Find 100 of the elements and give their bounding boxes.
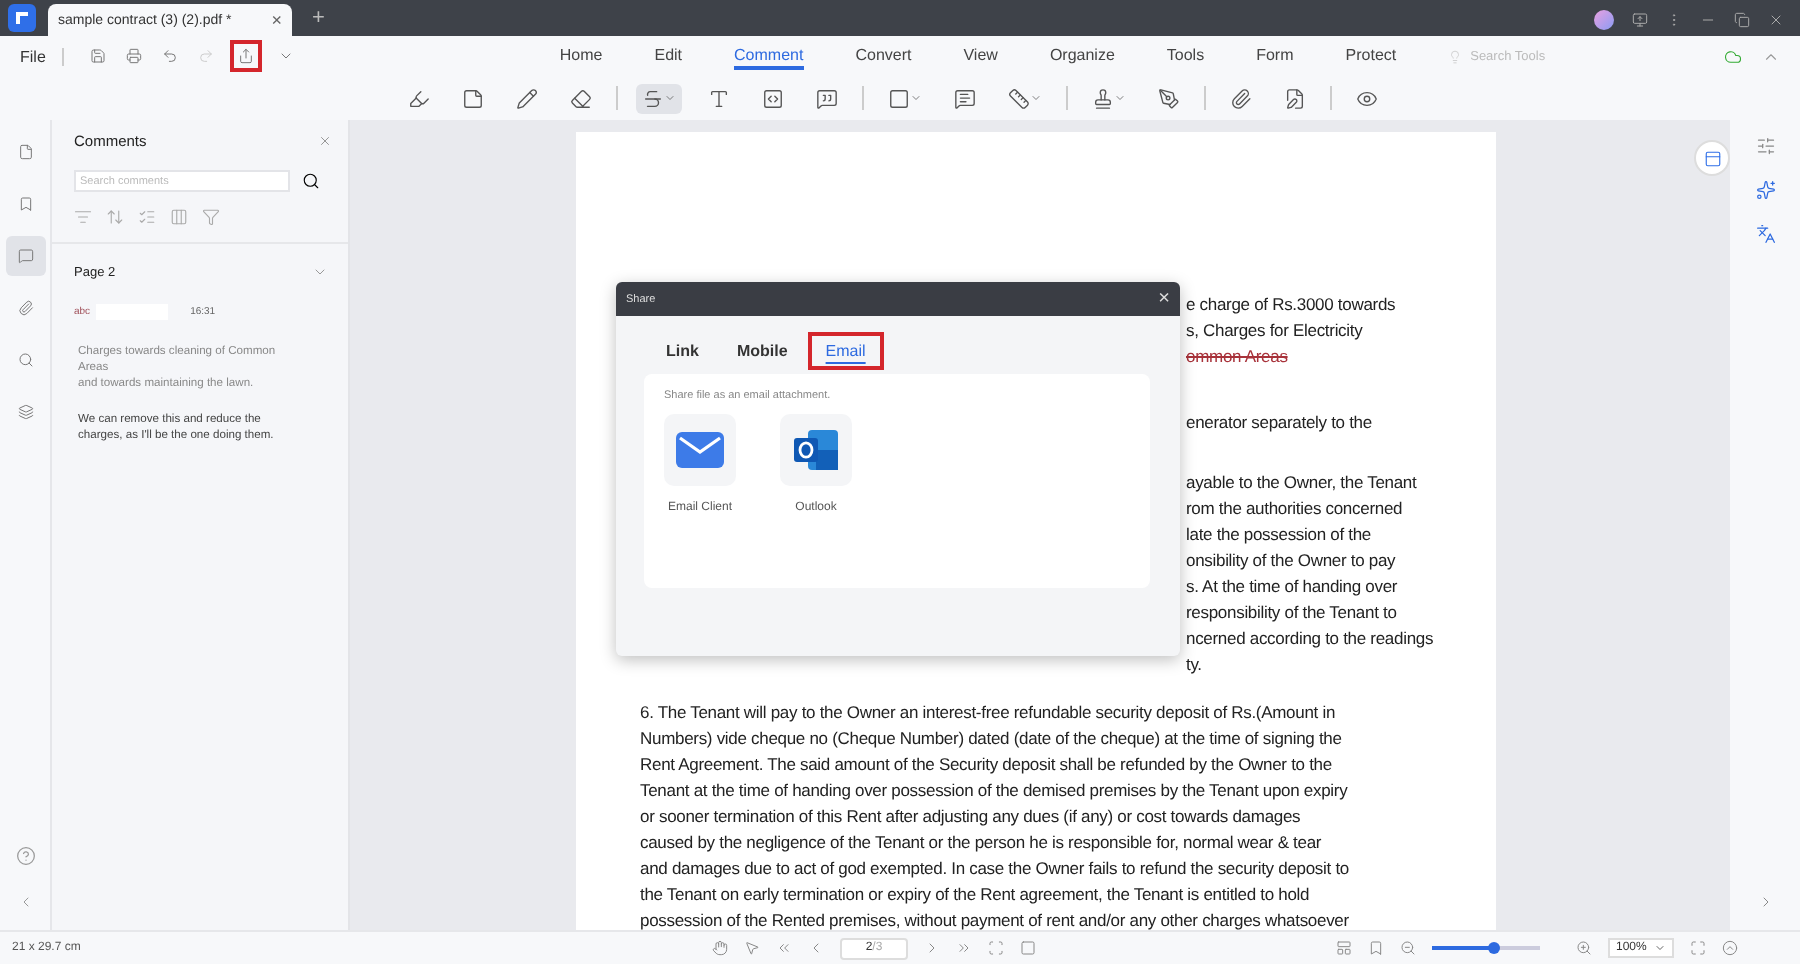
eye-icon [1356,87,1378,109]
paragraph-line: and damages due to act of god exempted. In case the Owner fails to refund the security deposit to [640,856,1351,882]
menu-tab[interactable]: Home [559,43,603,69]
paragraph-line: late the possession of the [1186,522,1373,548]
columns-icon [170,208,188,226]
menu-tab[interactable]: Tools [1166,43,1205,69]
pen-icon [1158,87,1180,109]
text-box-icon [762,87,784,109]
close-icon [318,134,332,148]
mail-icon [676,432,724,468]
paragraph-line: Tenant at the time of handing over possession of the demised premises by the Tenant upon expiry [640,778,1350,804]
paperclip-icon [1230,87,1252,109]
zoom-in-icon [1576,940,1592,956]
cloud-icon [1724,47,1742,65]
undo-icon [161,48,178,64]
first-page-icon [776,940,792,956]
text-icon [708,87,730,109]
paragraph-line: onsibility of the Owner to pay [1186,548,1398,574]
search-icon [17,350,33,370]
highlighter-icon [408,87,430,109]
help-icon [15,846,35,866]
menu-tab[interactable]: Convert [855,43,912,69]
last-page-icon [956,940,972,956]
fullscreen-icon [1690,940,1707,956]
tab-close-button[interactable]: × [271,10,282,30]
dialog-tab[interactable]: Mobile [718,332,806,370]
sidebar-button[interactable] [5,236,45,276]
pencil-icon [516,87,538,109]
bookmark-icon [17,194,33,214]
next-page-icon [924,940,940,956]
paragraph-line: ayable to the Owner, the Tenant [1186,470,1419,496]
translate-icon [1755,224,1775,244]
print-icon [125,48,142,64]
paragraph-line: responsibility of the Tenant to [1186,600,1399,626]
paragraph-line: s. At the time of handing over [1186,574,1400,600]
redo-icon [197,48,214,64]
menu-tab[interactable]: View [963,43,998,69]
eraser-icon [570,87,592,109]
share-button[interactable] [229,40,262,72]
search-icon [302,172,320,190]
menu-tab[interactable]: Comment [734,43,804,69]
panel-toggle-button[interactable] [1694,140,1730,176]
menu-tab[interactable]: Organize [1049,43,1115,69]
save-icon [89,48,106,64]
ai-icon [1755,180,1775,200]
tool-button[interactable] [636,83,682,113]
menu-tab[interactable]: Form [1256,43,1294,69]
paragraph-line: rom the authorities concerned [1186,496,1405,522]
paragraph-line: or sooner termination of this Rent after adjusting any dues (if any) or cost towards damages [640,804,1303,830]
menu-tab[interactable]: Protect [1345,43,1397,69]
paragraph-line: the Tenant on early termination or expiry of the Rent agreement, the Tenant is entitled to hold [640,882,1312,908]
paragraph-line: ommon Areas [1186,344,1290,370]
pointer-icon [744,940,760,956]
sticky-note-icon [462,87,484,109]
avatar[interactable] [1594,10,1614,30]
menu-tab[interactable]: Edit [654,43,683,69]
paperclip-icon [17,298,33,318]
rectangle-icon [888,87,910,109]
restore-icon [1734,12,1750,28]
filter-icon [202,208,220,226]
share-icon [237,48,254,64]
paragraph-line: Rent Agreement. The said amount of the Security deposit shall be refunded by the Owner to the [640,752,1334,778]
close-button[interactable]: × [1158,288,1170,310]
dialog-tab[interactable]: Email [807,332,884,370]
paragraph-line: caused by the negligence of the Tenant or the person he is responsible for, normal wear & tear [640,830,1324,856]
layers-icon [17,402,33,422]
panel-icon [1703,149,1721,167]
paragraph-line: enerator separately to the [1186,410,1374,436]
previous-page-icon [808,940,824,956]
new-tab-button[interactable]: + [312,6,325,30]
list-icon [74,208,92,226]
paragraph-line: ty. [1186,652,1204,678]
caret-icon [1654,942,1667,954]
slider-thumb[interactable] [1488,942,1501,954]
zoom-out-icon [1400,940,1416,956]
paragraph-line: s, Charges for Electricity [1186,318,1365,344]
sliders-icon [1755,136,1775,156]
sort-icon [106,208,124,226]
paragraph-line: e charge of Rs.3000 towards [1186,292,1398,318]
chevron-up-icon [1722,940,1739,956]
caret-icon [277,48,294,64]
page-icon [17,142,33,162]
chevron-icon [312,264,328,280]
lightbulb-icon [1448,49,1463,63]
app-logo [8,4,36,32]
outlook-icon [792,428,840,472]
strikethrough-icon [642,87,664,109]
page-icon [1020,940,1036,956]
save-button[interactable] [85,44,110,68]
screen-icon [1632,12,1648,28]
print-button[interactable] [121,44,146,68]
bookmark-icon [1368,940,1384,956]
file-menu[interactable]: File [20,47,64,65]
comment-icon [954,87,976,109]
caret-icon [910,92,922,104]
dialog-tab[interactable]: Link [648,332,717,370]
note-edit-icon [1284,87,1306,109]
layout-icon [1336,940,1352,956]
close-button[interactable] [318,134,332,148]
caret-icon [1030,92,1042,104]
